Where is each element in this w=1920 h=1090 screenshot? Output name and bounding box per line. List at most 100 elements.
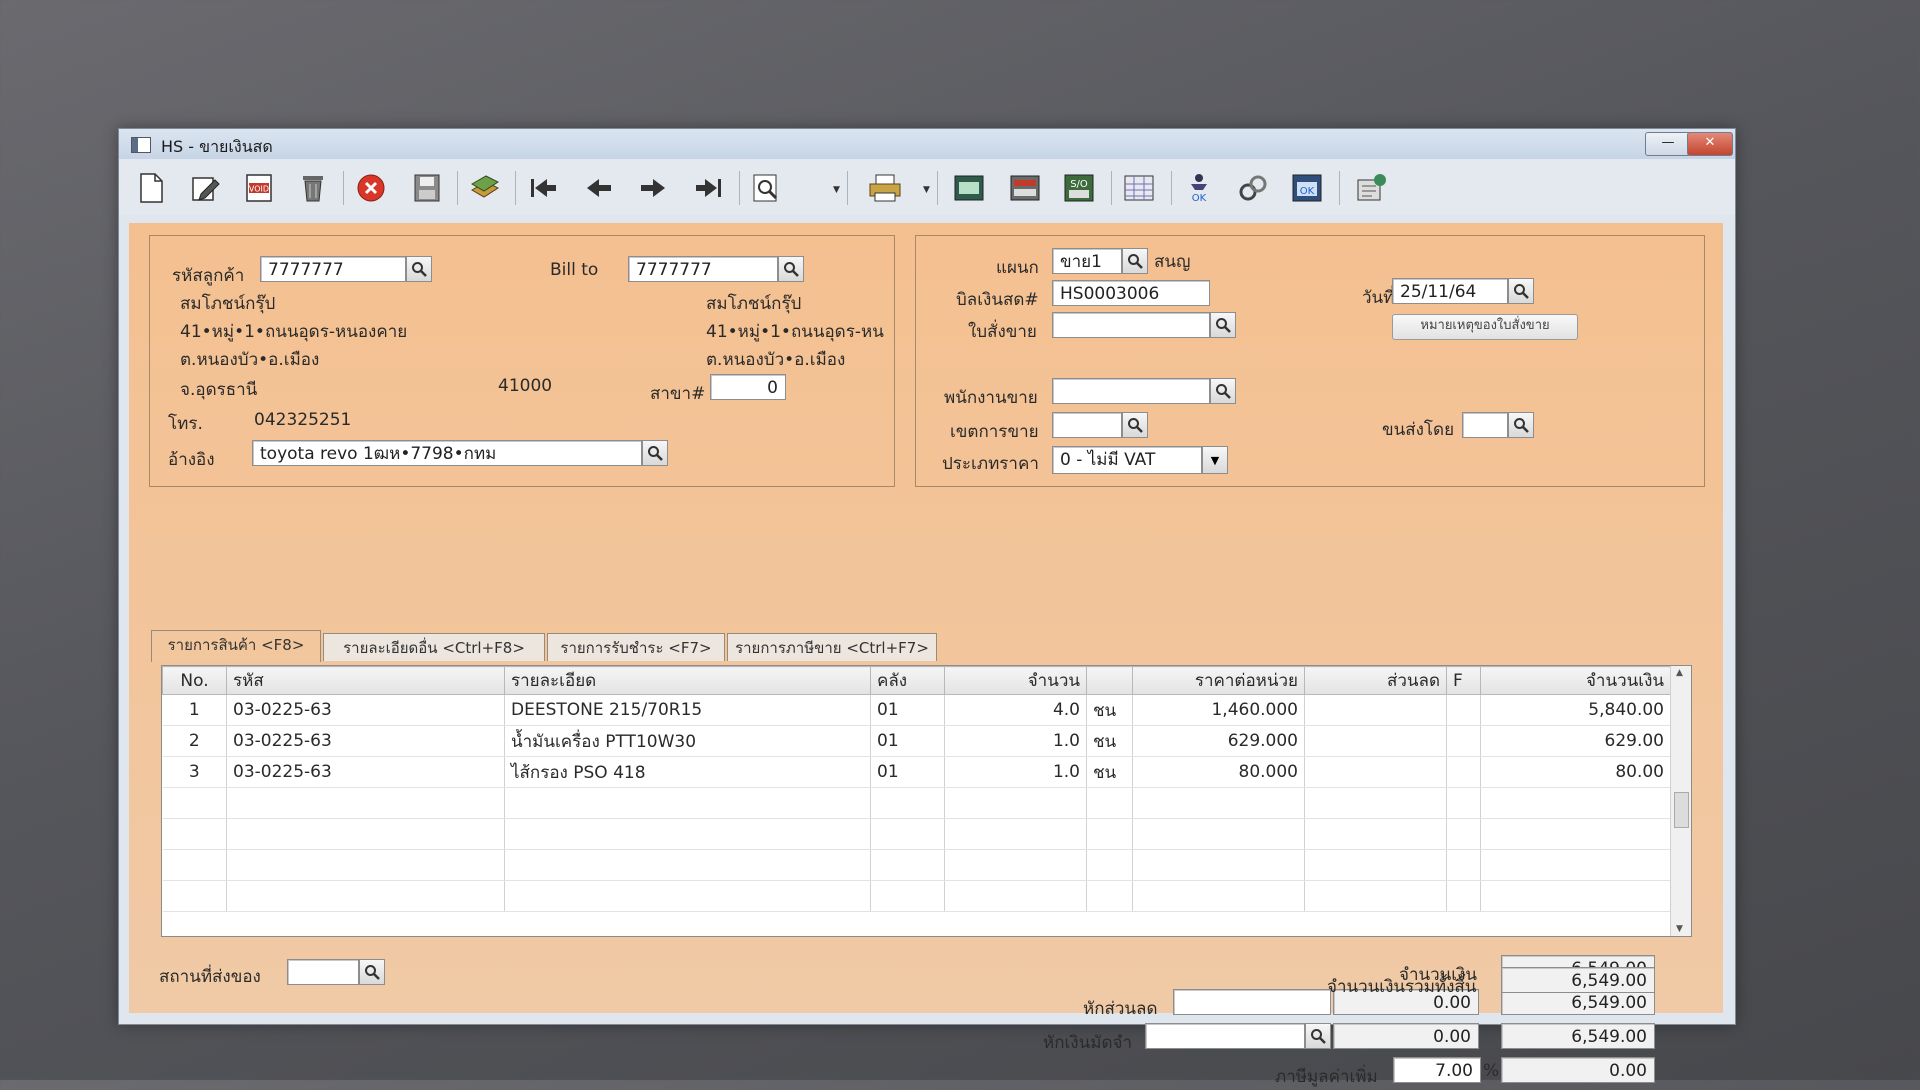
link-icon[interactable] [1233,169,1273,207]
title-bar[interactable]: HS - ขายเงินสด — □ [119,129,1735,159]
print-icon[interactable] [865,169,905,207]
cell-unit: ชน [1086,756,1133,788]
table-row[interactable]: 2 03-0225-63 น้ำมันเครื่อง PTT10W30 01 1… [162,725,1671,757]
col-unit-price[interactable]: ราคาต่อหน่วย [1132,666,1305,695]
salesman-input[interactable] [1052,378,1210,404]
print-dropdown-icon[interactable]: ▼ [923,185,931,195]
date-input[interactable]: 25/11/64 [1392,278,1508,304]
billto-input[interactable]: 7777777 [628,256,778,282]
items-grid[interactable]: No. รหัส รายละเอียด คลัง จำนวน ราคาต่อหน… [161,665,1692,937]
previous-record-icon[interactable] [579,169,619,207]
col-warehouse[interactable]: คลัง [870,666,945,695]
cell-amount: 5,840.00 [1480,694,1671,726]
price-type-dropdown-button[interactable]: ▼ [1202,446,1228,474]
col-quantity[interactable]: จำนวน [944,666,1087,695]
first-record-icon[interactable] [523,169,563,207]
empty-row[interactable] [162,787,1671,819]
sales-order-lookup-button[interactable] [1210,312,1236,338]
scroll-down-icon[interactable]: ▼ [1676,924,1683,934]
department-input[interactable]: ขาย1 [1052,248,1122,274]
deposit-lookup-button[interactable] [1305,1023,1331,1049]
date-picker-button[interactable] [1508,278,1534,304]
customer-address-2: ต.หนองบัว•อ.เมือง [180,350,320,370]
date-label: วันที่ [1362,288,1395,308]
ok-icon[interactable]: OK [1287,169,1327,207]
scroll-up-icon[interactable]: ▲ [1676,668,1683,678]
tab-other-details[interactable]: รายละเอียดอื่น <Ctrl+F8> [323,633,545,661]
void-icon[interactable]: VOID [239,169,279,207]
app-icon [131,137,151,153]
phone-value: 042325251 [254,410,352,430]
salesman-lookup-button[interactable] [1210,378,1236,404]
col-code[interactable]: รหัส [226,666,505,695]
delete-trash-icon[interactable] [293,169,333,207]
approve-icon[interactable]: OK [1179,169,1219,207]
sales-order-input[interactable] [1052,312,1210,338]
tab-items[interactable]: รายการสินค้า <F8> [151,630,321,662]
department-lookup-button[interactable] [1122,248,1148,274]
empty-row[interactable] [162,880,1671,912]
sales-area-lookup-button[interactable] [1122,412,1148,438]
bill-number-label: บิลเงินสด# [956,290,1039,310]
reference-input[interactable]: toyota revo 1ฒห•7798•กทม [252,440,642,466]
grid-icon[interactable] [1119,169,1159,207]
ship-by-lookup-button[interactable] [1508,412,1534,438]
copy-icon[interactable] [465,169,505,207]
ship-location-label: สถานที่ส่งของ [159,967,261,987]
calc-icon[interactable]: S/O [1059,169,1099,207]
ship-by-label: ขนส่งโดย [1382,420,1455,440]
sales-order-note-button[interactable]: หมายเหตุของใบสั่งขาย [1392,314,1578,340]
last-record-icon[interactable] [689,169,729,207]
reference-lookup-button[interactable] [642,440,668,466]
screen-icon[interactable] [1005,169,1045,207]
report-icon[interactable] [949,169,989,207]
cell-code: 03-0225-63 [226,756,505,788]
edit-icon[interactable] [185,169,225,207]
cancel-icon[interactable] [351,169,391,207]
col-flag[interactable]: F [1446,666,1481,695]
tab-payments[interactable]: รายการรับชำระ <F7> [547,633,725,661]
ship-location-input[interactable] [287,959,359,985]
ship-by-input[interactable] [1462,412,1508,438]
table-row[interactable]: 3 03-0225-63 ไส้กรอง PSO 418 01 1.0 ชน 8… [162,756,1671,788]
branch-input[interactable]: 0 [710,374,786,400]
col-discount[interactable]: ส่วนลด [1304,666,1447,695]
cell-quantity: 1.0 [944,756,1087,788]
discount-label: หักส่วนลด [1083,999,1158,1019]
billto-lookup-button[interactable] [778,256,804,282]
col-unit[interactable] [1086,666,1133,695]
magnifier-icon [1128,418,1143,433]
ship-location-lookup-button[interactable] [359,959,385,985]
col-no[interactable]: No. [162,666,227,695]
discount-input[interactable] [1173,989,1331,1015]
search-icon[interactable] [747,169,787,207]
export-icon[interactable] [1351,169,1391,207]
col-description[interactable]: รายละเอียด [504,666,871,695]
price-type-select[interactable]: 0 - ไม่มี VAT [1052,446,1202,474]
customer-lookup-button[interactable] [406,256,432,282]
empty-row[interactable] [162,818,1671,850]
next-record-icon[interactable] [633,169,673,207]
customer-code-input[interactable]: 7777777 [260,256,406,282]
tab-sales-tax[interactable]: รายการภาษีขาย <Ctrl+F7> [727,633,937,661]
document-panel: แผนก ขาย1 สนญ บิลเงินสด# HS0003006 วันที… [915,235,1705,487]
search-dropdown-icon[interactable]: ▼ [833,185,841,195]
minimize-button[interactable]: — [1645,132,1691,156]
vat-rate-input[interactable]: 7.00 [1393,1057,1481,1083]
sales-area-input[interactable] [1052,412,1122,438]
close-button[interactable]: ✕ [1687,132,1733,156]
scroll-thumb[interactable] [1674,792,1689,828]
customer-postcode: 41000 [498,376,553,396]
deposit-input[interactable] [1145,1023,1305,1049]
grid-scrollbar[interactable]: ▲ ▼ [1670,666,1691,936]
customer-name: สมโภชน์กรุ๊ป [180,294,276,314]
empty-row[interactable] [162,849,1671,881]
bill-number-input[interactable]: HS0003006 [1052,280,1210,306]
new-doc-icon[interactable] [131,169,171,207]
items-table: No. รหัส รายละเอียด คลัง จำนวน ราคาต่อหน… [162,666,1671,912]
magnifier-icon [784,262,799,277]
col-amount[interactable]: จำนวนเงิน [1480,666,1671,695]
save-icon[interactable] [407,169,447,207]
table-row[interactable]: 1 03-0225-63 DEESTONE 215/70R15 01 4.0 ช… [162,694,1671,726]
chevron-down-icon: ▼ [1210,453,1220,467]
